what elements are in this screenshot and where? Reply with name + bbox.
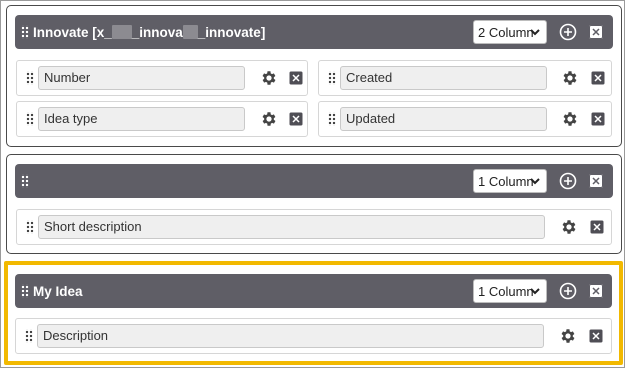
redacted-text <box>182 24 198 39</box>
drag-handle-icon[interactable] <box>21 174 29 188</box>
field-card-updated[interactable]: Updated <box>318 101 612 137</box>
gear-icon[interactable] <box>260 110 278 128</box>
section-title: Innovate [x_ _innova _innovate] <box>33 24 266 40</box>
gear-icon[interactable] <box>260 69 278 87</box>
close-box-icon[interactable] <box>591 71 605 85</box>
close-box-icon[interactable] <box>289 71 303 85</box>
form-section-untitled: 1 Column Short description <box>6 154 622 254</box>
drag-handle-icon[interactable] <box>328 112 336 126</box>
form-section-innovate: Innovate [x_ _innova _innovate] 2 Column N… <box>6 5 622 147</box>
drag-handle-icon[interactable] <box>21 25 29 39</box>
close-box-icon <box>589 174 603 188</box>
field-card-created[interactable]: Created <box>318 60 612 96</box>
plus-circle-icon[interactable] <box>559 172 577 190</box>
close-box-icon <box>589 284 603 298</box>
close-box-icon[interactable] <box>289 112 303 126</box>
section-header[interactable]: Innovate [x_ _innova _innovate] 2 Column <box>15 15 613 49</box>
field-card-number[interactable]: Number <box>16 60 308 96</box>
field-label: Number <box>38 66 245 90</box>
remove-section-button[interactable] <box>589 25 603 39</box>
gear-icon[interactable] <box>559 327 577 345</box>
form-section-my-idea: My Idea 1 Column Description <box>4 261 623 365</box>
close-box-icon[interactable] <box>591 112 605 126</box>
close-box-icon[interactable] <box>589 329 603 343</box>
column-layout-select[interactable]: 2 Column <box>473 20 547 44</box>
drag-handle-icon[interactable] <box>25 329 33 343</box>
drag-handle-icon[interactable] <box>328 71 336 85</box>
gear-icon[interactable] <box>561 69 579 87</box>
drag-handle-icon[interactable] <box>26 220 34 234</box>
field-label: Updated <box>340 107 547 131</box>
column-layout-select[interactable]: 1 Column <box>473 279 547 303</box>
column-layout-select[interactable]: 1 Column <box>473 169 547 193</box>
gear-icon[interactable] <box>561 110 579 128</box>
field-card-short-description[interactable]: Short description <box>16 209 612 245</box>
field-label: Idea type <box>38 107 245 131</box>
remove-section-button[interactable] <box>589 284 603 298</box>
drag-handle-icon[interactable] <box>26 112 34 126</box>
plus-circle-icon[interactable] <box>559 282 577 300</box>
close-box-icon[interactable] <box>590 220 604 234</box>
drag-handle-icon[interactable] <box>21 284 29 298</box>
section-header[interactable]: 1 Column <box>15 164 613 198</box>
field-label: Short description <box>38 215 545 239</box>
field-label: Created <box>340 66 547 90</box>
close-box-icon <box>589 25 603 39</box>
chevron-down-icon <box>530 178 540 185</box>
chevron-down-icon <box>530 29 540 36</box>
remove-section-button[interactable] <box>589 174 603 188</box>
form-layout-canvas: Innovate [x_ _innova _innovate] 2 Column N… <box>0 0 625 368</box>
section-title: My Idea <box>33 283 83 299</box>
chevron-down-icon <box>530 288 540 295</box>
drag-handle-icon[interactable] <box>26 71 34 85</box>
field-card-description[interactable]: Description <box>15 318 612 354</box>
redacted-text <box>111 24 132 39</box>
gear-icon[interactable] <box>560 218 578 236</box>
field-card-idea-type[interactable]: Idea type <box>16 101 308 137</box>
field-label: Description <box>37 324 544 348</box>
plus-circle-icon[interactable] <box>559 23 577 41</box>
section-header[interactable]: My Idea 1 Column <box>15 274 612 308</box>
